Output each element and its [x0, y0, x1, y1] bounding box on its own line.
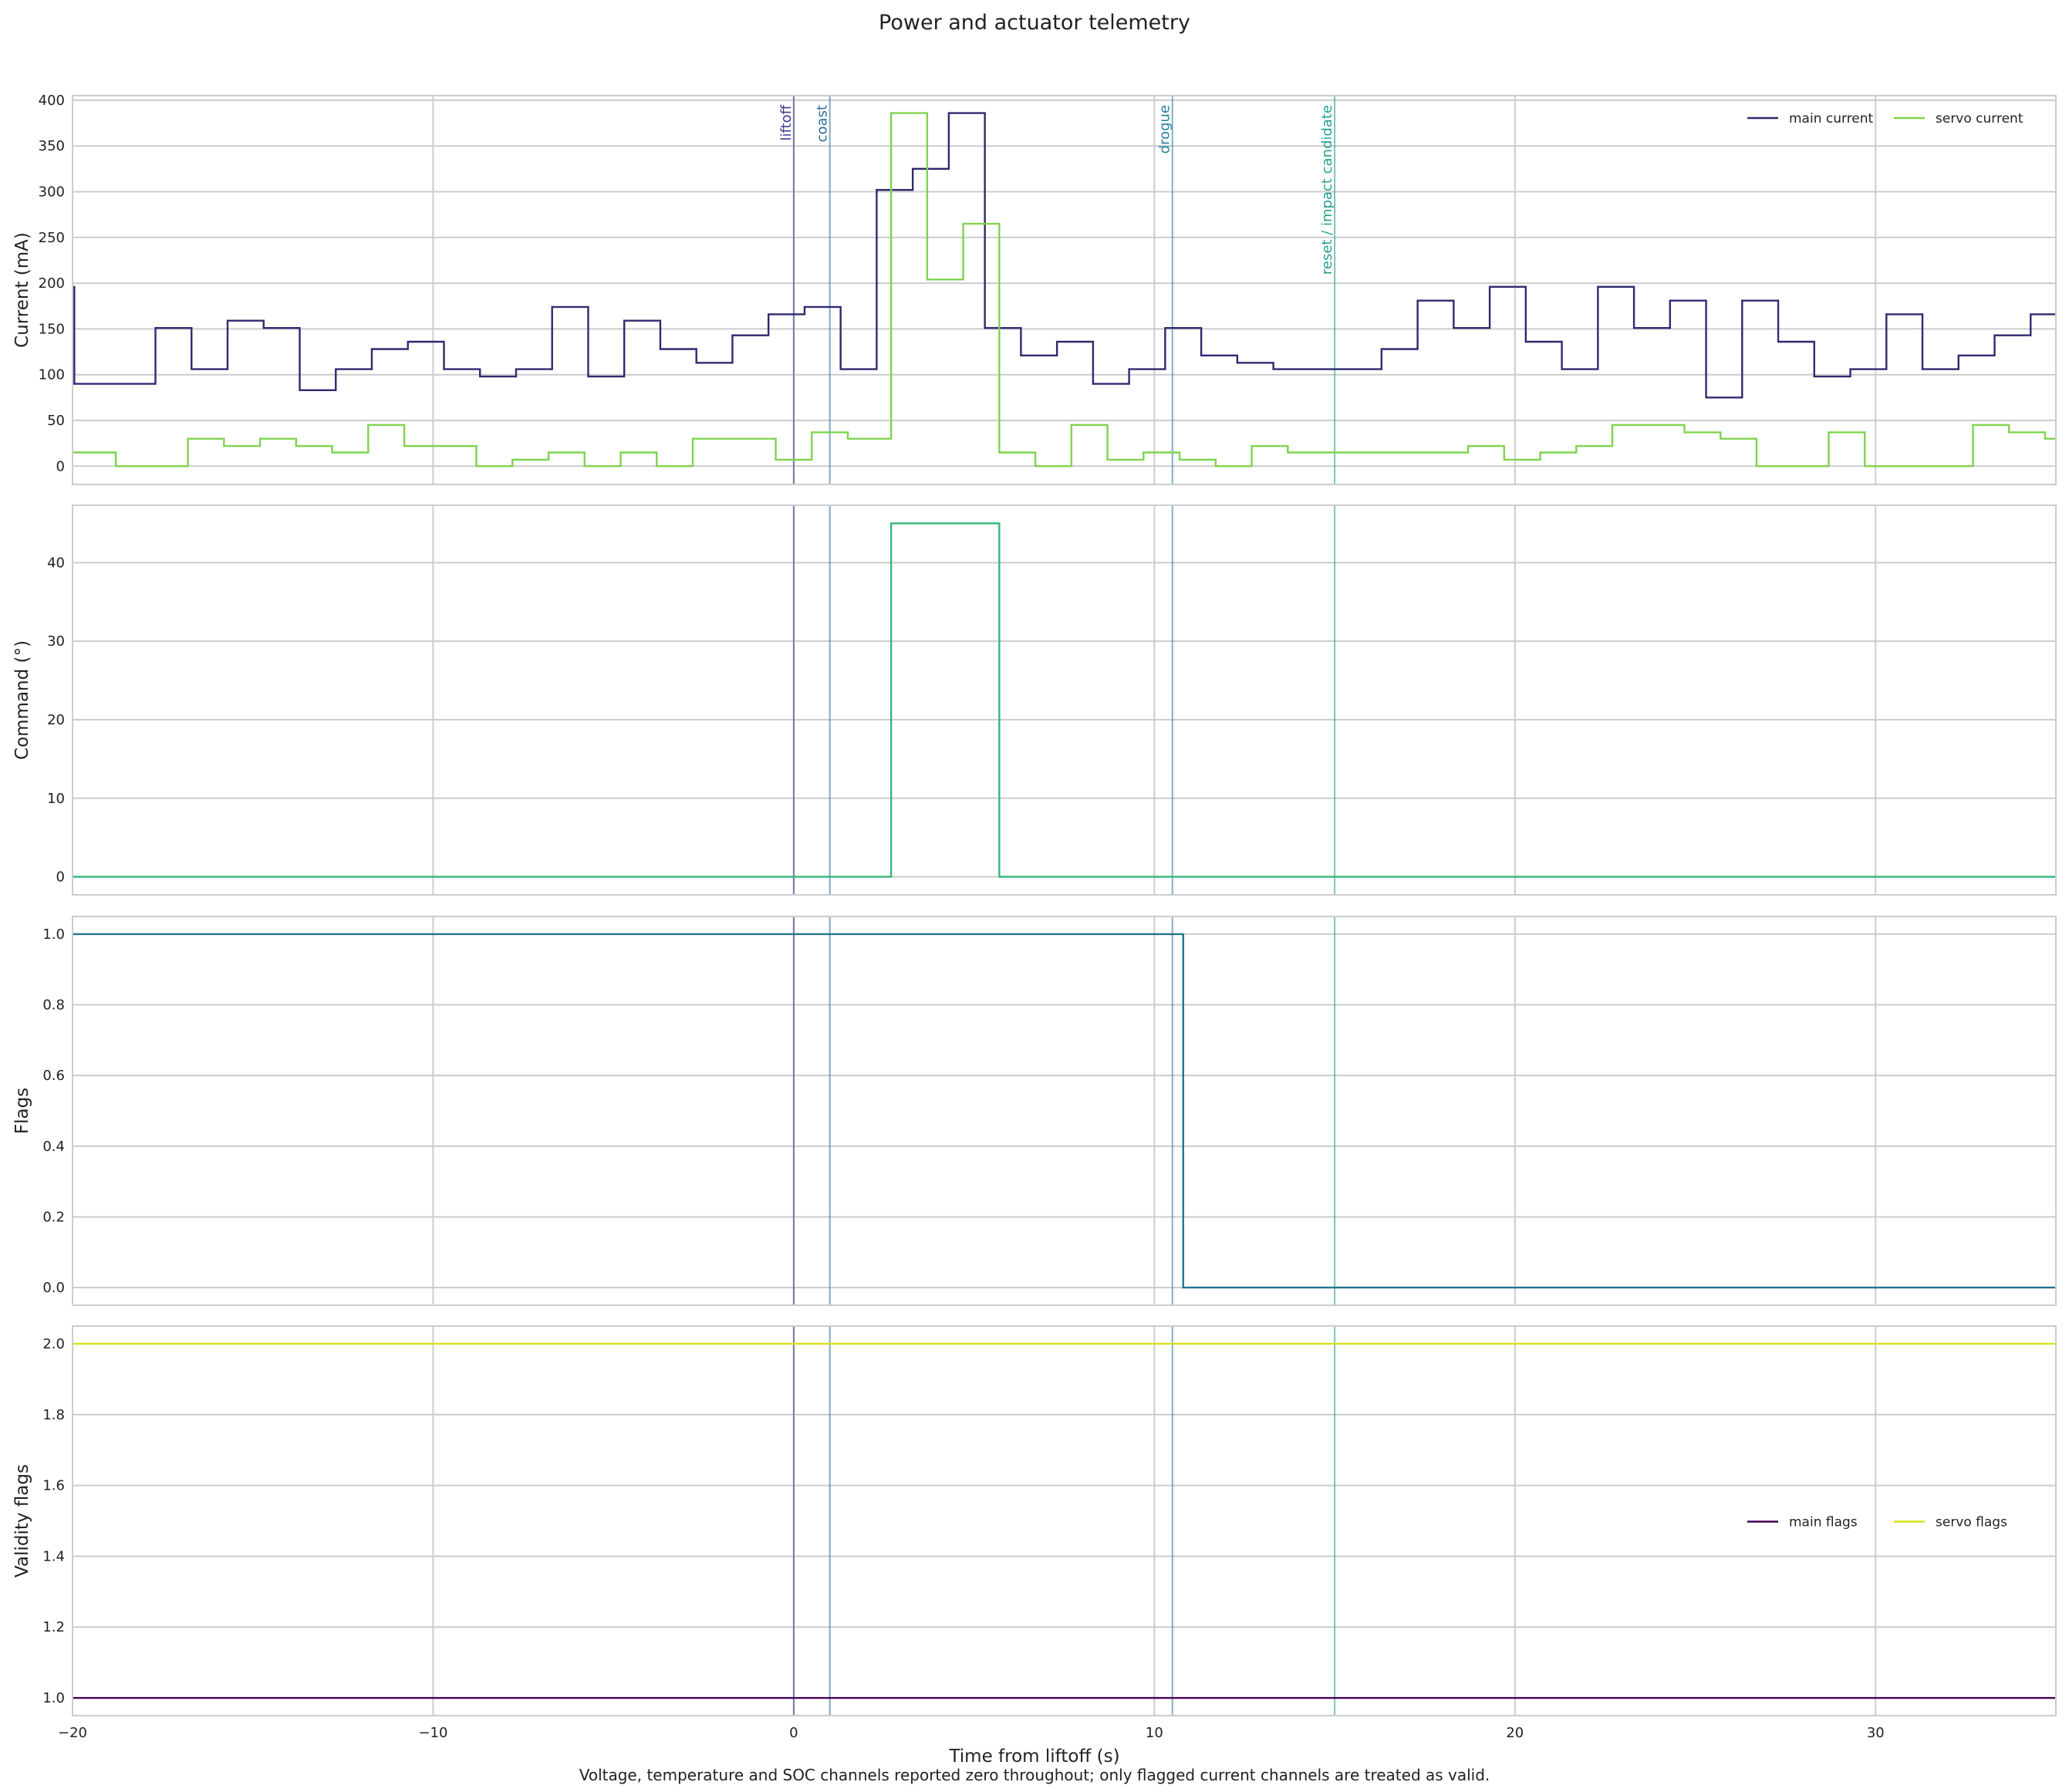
legend-label: main flags: [1789, 1515, 1858, 1530]
y-tick-label: 100: [39, 367, 65, 383]
y-tick-label: 0.2: [42, 1209, 65, 1225]
y-tick-label: 0.0: [42, 1280, 65, 1296]
y-tick-label: 0: [56, 458, 65, 474]
figure: Power and actuator telemetry 05010015020…: [12, 11, 2057, 1784]
x-tick-label: −10: [418, 1725, 447, 1741]
y-tick-label: 400: [39, 93, 65, 109]
y-tick-label: 150: [39, 321, 65, 337]
y-tick-label: 1.4: [42, 1548, 65, 1564]
event-label-coast: coast: [815, 105, 831, 142]
x-axis-label: Time from liftoff (s): [948, 1746, 1119, 1767]
event-label-reset: reset / impact candidate: [1319, 105, 1335, 275]
y-tick-label: 1.8: [42, 1407, 65, 1423]
legend-label: main current: [1789, 111, 1874, 127]
y-tick-label: 0.4: [42, 1139, 65, 1155]
y-tick-label: 20: [47, 712, 65, 728]
axes-frame: [72, 505, 2057, 896]
legend-entry-servo-current: servo current: [1894, 111, 2023, 127]
y-tick-label: 1.6: [42, 1478, 65, 1494]
y-tick-label: 200: [39, 275, 65, 292]
x-tick-label: 0: [789, 1725, 798, 1741]
panel-3: 0.0 0.2 0.4 0.6 0.8 1.0 Flags: [12, 916, 2057, 1306]
panels: 050100150200250300350400Current (mA)lift…: [12, 93, 2057, 1741]
y-tick-label: 2.0: [42, 1336, 65, 1352]
y-tick-label: 300: [39, 184, 65, 201]
y-tick-label: 0.6: [42, 1068, 65, 1084]
event-label-drogue: drogue: [1157, 105, 1173, 154]
y-tick-label: 0: [56, 869, 65, 886]
y-tick-label: 1.2: [42, 1619, 65, 1635]
chart-title: Power and actuator telemetry: [879, 11, 1190, 35]
event-label-liftoff: liftoff: [778, 104, 795, 140]
y-tick-label: 1.0: [42, 926, 65, 943]
series-line-panel3: [73, 933, 2056, 1289]
y-axis-label: Flags: [12, 1088, 32, 1134]
y-tick-label: 1.0: [42, 1690, 65, 1706]
y-axis-label: Current (mA): [12, 232, 32, 348]
panel-4: 1.0 1.2 1.4 1.6 1.8 2.0 Validity flags main fla…: [12, 1325, 2057, 1741]
series-line-servo-current: [73, 112, 2056, 467]
legend-label: servo current: [1936, 111, 2023, 127]
legend-label: servo flags: [1936, 1515, 2007, 1530]
x-tick-label: 30: [1867, 1725, 1885, 1741]
axes-frame: [72, 95, 2057, 485]
y-tick-label: 10: [47, 791, 65, 807]
y-tick-label: 250: [39, 230, 65, 246]
y-tick-label: 40: [47, 555, 65, 571]
legend-entry-main-current: main current: [1747, 111, 1874, 127]
series-line-main-current: [73, 112, 2056, 399]
series-line-panel2: [73, 522, 2056, 878]
panel-2: 0 10 20 30 40 Command (°): [12, 505, 2057, 896]
y-tick-label: 0.8: [42, 997, 65, 1014]
y-axis-label: Command (°): [12, 640, 32, 760]
footnote: Voltage, temperature and SOC channels re…: [579, 1766, 1490, 1784]
axes-frame: [72, 916, 2057, 1306]
x-tick-label: 10: [1146, 1725, 1163, 1741]
y-tick-label: 50: [47, 413, 65, 429]
y-axis-label: Validity flags: [12, 1464, 32, 1578]
x-tick-label: 20: [1506, 1725, 1524, 1741]
y-tick-label: 350: [39, 138, 65, 154]
legend-entry-main-flags: main flags: [1747, 1515, 1858, 1530]
legend-entry-servo-flags: servo flags: [1894, 1515, 2007, 1530]
y-tick-label: 30: [47, 633, 65, 650]
x-tick-label: −20: [58, 1725, 87, 1741]
panel-1: 0 50 100 150 200 250 300 350 400 Current (mA) lift…: [12, 93, 2057, 485]
